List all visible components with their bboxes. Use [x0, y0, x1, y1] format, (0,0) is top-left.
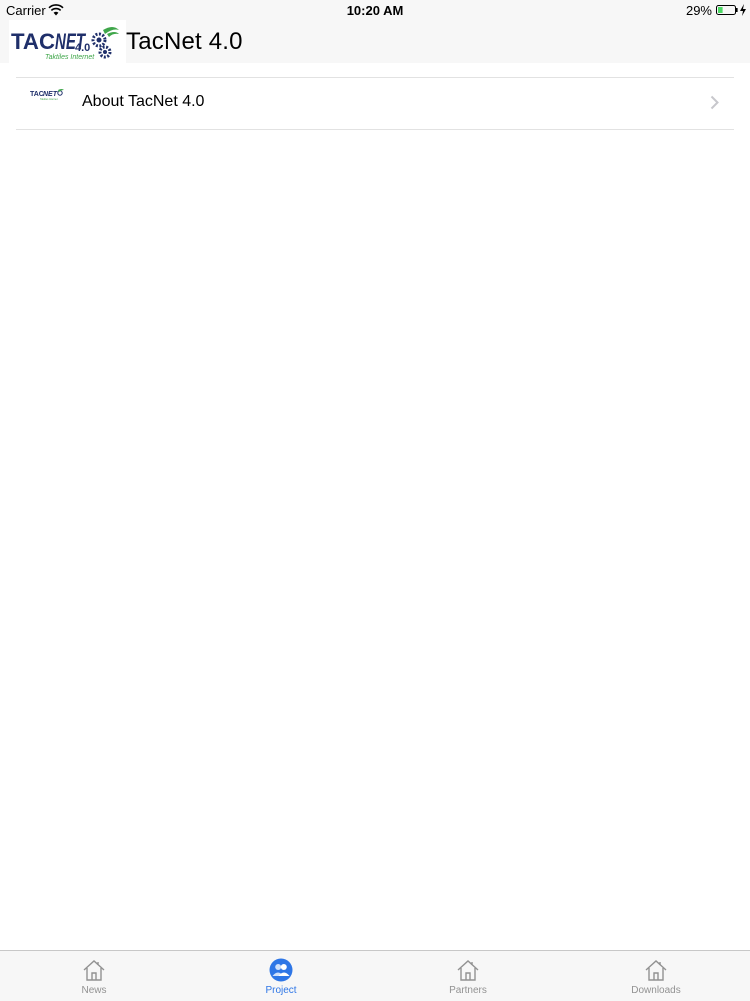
- tab-partners[interactable]: Partners: [408, 951, 528, 1001]
- battery-icon: [716, 5, 738, 15]
- tab-label: Project: [265, 985, 297, 996]
- status-bar: Carrier 10:20 AM 29%: [0, 0, 750, 20]
- svg-text:Taktiles Internet: Taktiles Internet: [45, 54, 95, 61]
- nav-title: TacNet 4.0: [126, 28, 243, 55]
- tacnet-logo-icon: TAC NET Taktiles Internet: [30, 89, 64, 101]
- svg-text:4.0: 4.0: [75, 42, 90, 54]
- svg-text:NET: NET: [43, 91, 58, 98]
- tacnet-logo: TAC NET 4.0 Taktiles Internet: [9, 20, 126, 64]
- table-view: TAC NET Taktiles Internet About TacNet 4…: [16, 77, 734, 130]
- svg-text:Taktiles Internet: Taktiles Internet: [40, 98, 58, 101]
- charging-icon: [740, 4, 746, 16]
- tab-bar: News Project Partners Downloads: [0, 950, 750, 1001]
- tab-news[interactable]: News: [34, 951, 154, 1001]
- battery-percent: 29%: [685, 3, 712, 18]
- home-icon: [645, 960, 667, 981]
- home-icon: [457, 960, 479, 981]
- tab-downloads[interactable]: Downloads: [596, 951, 716, 1001]
- svg-text:TAC: TAC: [11, 29, 55, 54]
- svg-text:TAC: TAC: [30, 91, 44, 98]
- tacnet-logo-image: TAC NET 4.0 Taktiles Internet: [11, 27, 119, 61]
- home-icon: [83, 960, 105, 981]
- tab-label: News: [81, 985, 107, 996]
- people-icon: [269, 958, 293, 982]
- tab-label: Downloads: [631, 985, 681, 996]
- navigation-bar: TAC NET 4.0 Taktiles Internet TacNet 4.0: [0, 20, 750, 64]
- tab-label: Partners: [449, 985, 487, 996]
- chevron-right-icon: [710, 95, 719, 110]
- table-row-about[interactable]: TAC NET Taktiles Internet About TacNet 4…: [16, 77, 734, 130]
- status-time: 10:20 AM: [346, 3, 404, 18]
- row-label: About TacNet 4.0: [82, 93, 205, 110]
- tab-project[interactable]: Project: [221, 951, 341, 1001]
